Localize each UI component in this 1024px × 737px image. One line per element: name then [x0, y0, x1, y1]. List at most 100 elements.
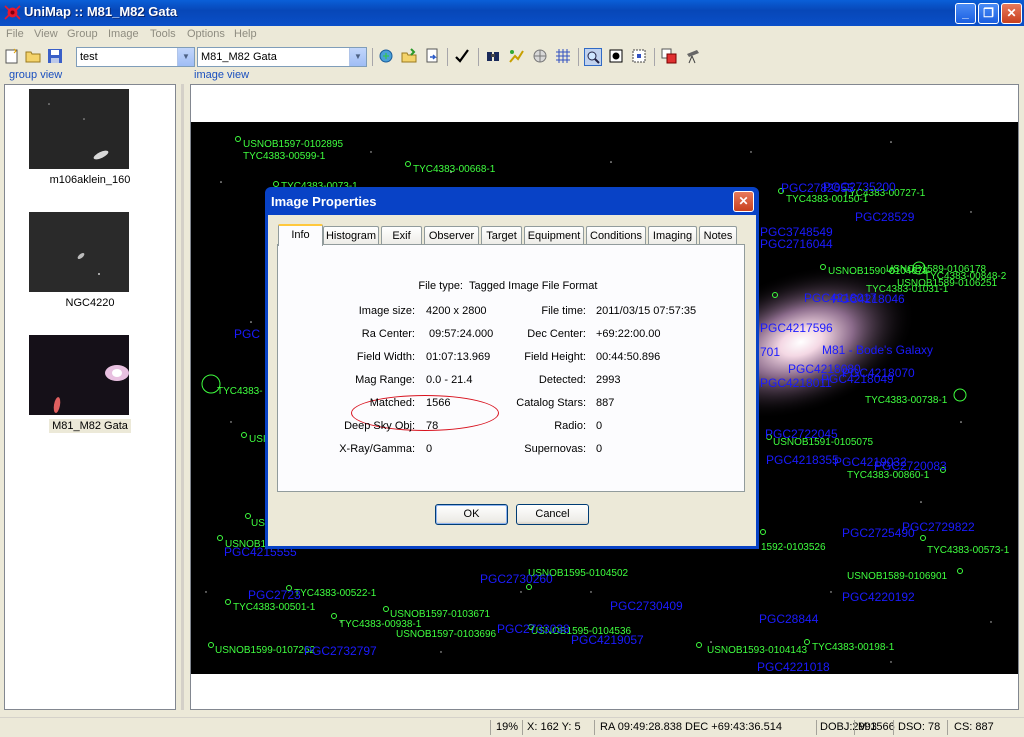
thumbnail-label[interactable]: NGC4220	[5, 297, 175, 309]
image-properties-dialog: Image Properties ✕ Info Histogram Exif O…	[265, 187, 759, 549]
thumbnail-image[interactable]	[29, 89, 129, 169]
menu-help[interactable]: Help	[234, 28, 257, 40]
zoom-icon[interactable]	[584, 48, 602, 66]
ok-button[interactable]: OK	[435, 504, 508, 525]
menu-group[interactable]: Group	[67, 28, 98, 40]
dec-center-label: Dec Center:	[527, 328, 586, 340]
group-view-panel: m106aklein_160 NGC4220 M81_M82 Gata	[4, 84, 176, 710]
toolbar-separator	[478, 48, 479, 66]
thumbnail-image[interactable]	[29, 335, 129, 415]
menu-view[interactable]: View	[34, 28, 58, 40]
catalog-star-label: TYC4383-00599-1	[243, 151, 326, 162]
status-divider	[947, 720, 948, 735]
detect-stars-icon[interactable]	[484, 48, 502, 66]
dec-center-value: +69:22:00.00	[596, 328, 661, 340]
tab-histogram[interactable]: Histogram	[323, 226, 379, 245]
catalog-star-label: USNOB1589-0106901	[847, 571, 948, 582]
chevron-down-icon[interactable]: ▼	[349, 48, 366, 66]
xray-gamma-value: 0	[426, 443, 433, 455]
tab-observer[interactable]: Observer	[424, 226, 479, 245]
file-type-label: File type:	[418, 280, 463, 292]
panel-splitter[interactable]	[181, 84, 184, 710]
tab-target[interactable]: Target	[481, 226, 522, 245]
tab-info[interactable]: Info	[278, 224, 323, 246]
globe-icon[interactable]	[531, 48, 549, 66]
thumbnail-label[interactable]: m106aklein_160	[5, 174, 175, 186]
matched-label: Matched:	[369, 397, 415, 409]
status-divider	[594, 720, 595, 735]
dialog-close-button[interactable]: ✕	[733, 191, 754, 212]
toolbar: test ▼ M81_M82 Gata ▼	[0, 44, 1024, 69]
supernovas-label: Supernovas:	[524, 443, 586, 455]
catalog-star-label: USNOB1593-0104143	[707, 645, 808, 656]
deep-sky-value: 78	[426, 420, 439, 432]
catalog-stars-count: CS: 887	[954, 721, 994, 733]
menu-bar: File View Group Image Tools Options Help	[0, 26, 1024, 44]
mag-range-label: Mag Range:	[355, 374, 415, 386]
file-time-label: File time:	[541, 305, 586, 317]
checkmark-icon[interactable]	[453, 48, 471, 66]
toolbar-separator	[447, 48, 448, 66]
detected-value: 2993	[596, 374, 621, 386]
close-button[interactable]: ✕	[1001, 3, 1022, 24]
app-icon	[4, 4, 21, 21]
status-bar: 19% X: 162 Y: 5 RA 09:49:28.838 DEC +69:…	[0, 717, 1024, 737]
group-select[interactable]: test ▼	[76, 47, 195, 67]
menu-options[interactable]: Options	[187, 28, 225, 40]
thumbnail-image[interactable]	[29, 212, 129, 292]
image-select-value: M81_M82 Gata	[201, 51, 277, 63]
galaxy-label: PGC4220192	[842, 590, 915, 604]
catalog-star-label: TYC4383-00522-1	[294, 588, 377, 599]
dso-count: DSO: 78	[898, 721, 941, 733]
galaxy-label: PGC4218355	[766, 453, 839, 467]
status-divider	[522, 720, 523, 735]
open-folder-icon[interactable]	[24, 48, 42, 66]
image-size-label: Image size:	[358, 305, 415, 317]
new-group-icon[interactable]	[3, 48, 21, 66]
galaxy-label: PGC2735200	[823, 180, 896, 194]
add-image-icon[interactable]	[377, 48, 395, 66]
tab-imaging[interactable]: Imaging	[648, 226, 697, 245]
info-tab-page: File type: Tagged Image File Format Imag…	[277, 244, 745, 492]
menu-file[interactable]: File	[6, 28, 24, 40]
maximize-button[interactable]: ❐	[978, 3, 999, 24]
match-catalog-icon[interactable]	[507, 48, 525, 66]
image-properties-icon[interactable]	[660, 48, 678, 66]
load-image-icon[interactable]	[400, 48, 418, 66]
catalog-star-label: USNOB1599-0107262	[215, 645, 316, 656]
catalog-star-label: TYC4383-00198-1	[812, 642, 895, 653]
minimize-button[interactable]: _	[955, 3, 976, 24]
catalog-star-label: TYC4383-00573-1	[927, 545, 1010, 556]
catalog-stars-value: 887	[596, 397, 615, 409]
select-area-icon[interactable]	[630, 48, 648, 66]
ra-center-label: Ra Center:	[361, 328, 415, 340]
galaxy-label: 701	[760, 345, 781, 359]
image-select[interactable]: M81_M82 Gata ▼	[197, 47, 367, 67]
export-icon[interactable]	[423, 48, 441, 66]
galaxy-label: PGC4218046	[832, 292, 905, 306]
status-divider	[854, 720, 855, 735]
detected-label: Detected:	[538, 374, 586, 386]
thumbnail-label[interactable]: M81_M82 Gata	[5, 419, 175, 433]
tab-exif[interactable]: Exif	[381, 226, 422, 245]
image-view-label: image view	[194, 69, 250, 81]
catalog-star-label: USI	[249, 434, 266, 445]
menu-tools[interactable]: Tools	[150, 28, 176, 40]
galaxy-label: PGC	[234, 327, 261, 341]
save-icon[interactable]	[46, 48, 64, 66]
tab-notes[interactable]: Notes	[699, 226, 737, 245]
title-bar: UniMap :: M81_M82 Gata _ ❐ ✕	[0, 0, 1024, 26]
telescope-icon[interactable]	[684, 48, 702, 66]
zoom-level: 19%	[496, 721, 519, 733]
menu-image[interactable]: Image	[108, 28, 139, 40]
status-divider	[893, 720, 894, 735]
chevron-down-icon[interactable]: ▼	[177, 48, 194, 66]
grid-icon[interactable]	[554, 48, 572, 66]
invert-icon[interactable]	[607, 48, 625, 66]
galaxy-label: PGC2730409	[610, 599, 683, 613]
cancel-button[interactable]: Cancel	[516, 504, 589, 525]
tab-equipment[interactable]: Equipment	[524, 226, 584, 245]
galaxy-label: PGC2732797	[304, 644, 377, 658]
galaxy-label: PGC2723	[248, 588, 301, 602]
tab-conditions[interactable]: Conditions	[586, 226, 646, 245]
